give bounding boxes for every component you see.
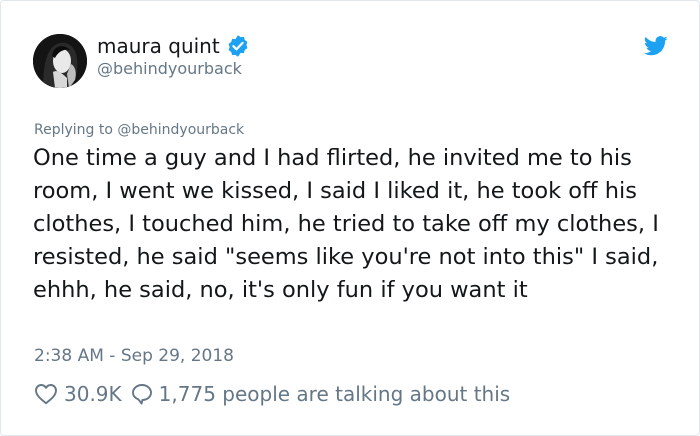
tweet-text: One time a guy and I had flirted, he inv…: [33, 145, 659, 303]
tweet-timestamp[interactable]: 2:38 AM - Sep 29, 2018: [34, 345, 234, 367]
replying-to: Replying to @behindyourback: [34, 121, 244, 139]
like-action[interactable]: 30.9K: [34, 381, 130, 407]
tweet-stats: 30.9K 1,775 people are talking about thi…: [34, 381, 510, 407]
replying-to-handle[interactable]: @behindyourback: [117, 122, 244, 138]
verified-badge-icon: [226, 34, 250, 58]
display-name[interactable]: maura quint: [97, 33, 250, 59]
avatar[interactable]: [33, 34, 87, 88]
twitter-bird-icon[interactable]: [643, 35, 668, 57]
talk-action[interactable]: 1,775 people are talking about this: [130, 381, 511, 407]
heart-icon[interactable]: [34, 383, 58, 405]
talking-count[interactable]: 1,775 people are talking about this: [159, 381, 511, 407]
author-handle[interactable]: @behindyourback: [97, 59, 242, 79]
tweet-card: maura quint @behindyourback Replying to …: [0, 0, 700, 436]
speech-bubble-icon[interactable]: [130, 382, 154, 406]
display-name-text[interactable]: maura quint: [97, 33, 220, 59]
like-count[interactable]: 30.9K: [64, 381, 122, 407]
replying-to-prefix: Replying to: [34, 122, 118, 138]
